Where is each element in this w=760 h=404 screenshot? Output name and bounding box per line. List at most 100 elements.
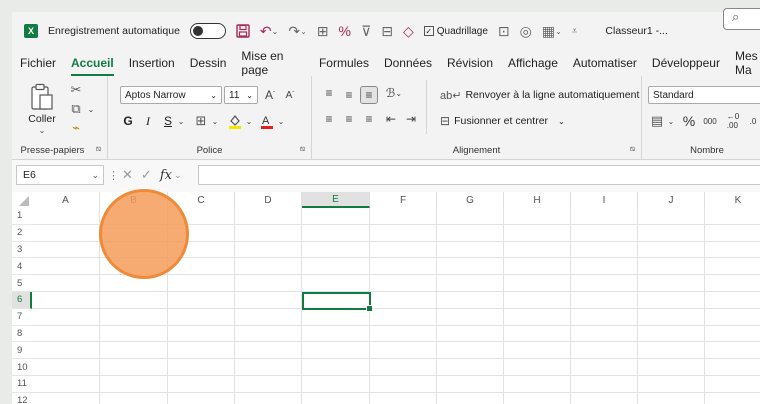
menu-mes-macros[interactable]: Mes Ma [735,49,760,77]
search-box[interactable]: ⌕ [723,8,760,30]
gridlines-checkbox[interactable]: ✓ Quadrillage [423,26,488,37]
column-header-d[interactable]: D [235,192,302,208]
row-header-12[interactable]: 12 [12,393,32,404]
undo-icon[interactable]: ↶ ⌄ [260,23,278,40]
row-header-9[interactable]: 9 [12,342,32,360]
clipboard-launcher-icon[interactable]: ⧅ [96,144,101,154]
column-header-a[interactable]: A [32,192,100,208]
menu-revision[interactable]: Révision [447,56,493,70]
sheet-icon[interactable]: ▦ ⌄ [542,23,562,40]
row-header-4[interactable]: 4 [12,258,32,276]
align-top-icon[interactable]: ≡ [320,84,338,102]
decrease-indent-icon[interactable]: ⇤ [382,110,400,128]
row-header-1[interactable]: 1 [12,208,32,225]
increase-indent-icon[interactable]: ⇥ [402,110,420,128]
menu-automatiser[interactable]: Automatiser [573,56,637,70]
alignment-launcher-icon[interactable]: ⧅ [630,144,635,154]
eraser-icon[interactable]: ◇ [403,23,414,40]
menu-developpeur[interactable]: Développeur [652,56,720,70]
select-all-corner[interactable] [12,192,32,208]
redo-icon[interactable]: ↷ ⌄ [288,23,306,40]
form-icon[interactable]: ⊡ [498,23,510,40]
percent-button[interactable]: % [680,112,698,130]
number-format-select[interactable]: Standard [648,86,760,104]
align-left-icon[interactable]: ≡ [320,110,338,128]
merge-center-button[interactable]: ⊟ Fusionner et centrer ⌄ [440,112,565,130]
column-header-f[interactable]: F [370,192,437,208]
font-color-icon[interactable]: A [258,112,276,130]
menu-donnees[interactable]: Données [384,56,432,70]
font-name-select[interactable]: Aptos Narrow ⌄ [120,86,222,104]
formula-bar-grip-icon[interactable]: ⋮ [108,169,119,182]
menu-dessin[interactable]: Dessin [190,56,227,70]
copy-dropdown-icon[interactable]: ⌄ [86,101,96,117]
column-header-h[interactable]: H [504,192,571,208]
accounting-format-icon[interactable]: ▤ [648,112,666,130]
italic-button[interactable]: I [140,112,156,130]
document-name[interactable]: Classeur1 -... [605,25,667,37]
increase-decimal-icon[interactable]: ←0.00 [724,112,742,130]
font-launcher-icon[interactable]: ⧅ [300,144,305,154]
paste-icon[interactable] [26,82,58,112]
row-header-3[interactable]: 3 [12,242,32,259]
decrease-decimal-icon[interactable]: .0 [744,112,760,130]
fill-color-icon[interactable] [226,112,244,130]
cancel-icon[interactable]: ✕ [122,167,133,183]
table-icon[interactable]: ⊞ [317,23,329,40]
menu-formules[interactable]: Formules [319,56,369,70]
column-header-e[interactable]: E [302,192,370,208]
filter-icon[interactable]: ⊽ [361,23,371,40]
chevron-down-icon[interactable]: ⌄ [174,170,182,181]
row-header-7[interactable]: 7 [12,309,32,326]
bold-button[interactable]: G [120,112,136,130]
font-color-dropdown-icon[interactable]: ⌄ [276,112,286,130]
menu-fichier[interactable]: Fichier [20,56,56,70]
font-size-select[interactable]: 11 ⌄ [224,86,258,104]
percent-style-icon[interactable]: % [339,23,351,39]
paste-button[interactable]: Coller [22,112,62,126]
paste-dropdown-icon[interactable]: ⌄ [36,125,48,135]
increase-font-icon[interactable]: Aˆ [262,86,278,104]
row-header-5[interactable]: 5 [12,275,32,292]
autosave-toggle[interactable] [189,23,226,39]
save-icon[interactable] [236,24,250,38]
align-bottom-icon[interactable]: ≡ [360,86,378,104]
row-header-8[interactable]: 8 [12,326,32,343]
orientation-icon[interactable]: ℬ ⌄ [382,84,406,102]
cut-icon[interactable]: ✂ [68,82,84,98]
underline-button[interactable]: S [160,112,176,130]
column-header-g[interactable]: G [437,192,504,208]
thousands-separator-button[interactable]: 000 [700,112,720,130]
fill-color-dropdown-icon[interactable]: ⌄ [244,112,254,130]
menu-insertion[interactable]: Insertion [129,56,175,70]
align-right-icon[interactable]: ≡ [360,110,378,128]
decrease-font-icon[interactable]: Aˇ [282,86,298,104]
borders-dropdown-icon[interactable]: ⌄ [210,112,220,130]
insert-function-button[interactable]: fx [160,168,172,183]
formula-input[interactable] [198,165,760,185]
column-header-k[interactable]: K [705,192,760,208]
row-header-11[interactable]: 11 [12,376,32,393]
camera-icon[interactable]: ◎ [520,23,532,40]
freeze-panes-icon[interactable]: ⊟ [381,23,393,40]
customize-toolbar-icon[interactable]: ⩡ [572,26,578,37]
borders-icon[interactable]: ⊞ [192,112,210,130]
active-cell[interactable] [302,292,373,312]
menu-affichage[interactable]: Affichage [508,56,558,70]
column-header-i[interactable]: I [571,192,638,208]
column-header-j[interactable]: J [638,192,705,208]
align-center-icon[interactable]: ≡ [340,110,358,128]
name-box[interactable]: E6 ⌄ [16,165,104,185]
align-middle-icon[interactable]: ≡ [340,86,358,104]
copy-icon[interactable]: ⧉ [68,101,84,117]
wrap-text-button[interactable]: ab↵ Renvoyer à la ligne automatiquement [440,86,639,104]
accounting-dropdown-icon[interactable]: ⌄ [666,112,676,130]
menu-mise-en-page[interactable]: Mise en page [241,49,304,77]
format-painter-icon[interactable]: ⌁ [68,120,84,136]
menu-accueil[interactable]: Accueil [71,56,114,76]
row-header-2[interactable]: 2 [12,225,32,242]
underline-dropdown-icon[interactable]: ⌄ [176,112,186,130]
row-header-6[interactable]: 6 [12,292,32,309]
enter-icon[interactable]: ✓ [141,167,152,183]
row-header-10[interactable]: 10 [12,359,32,376]
